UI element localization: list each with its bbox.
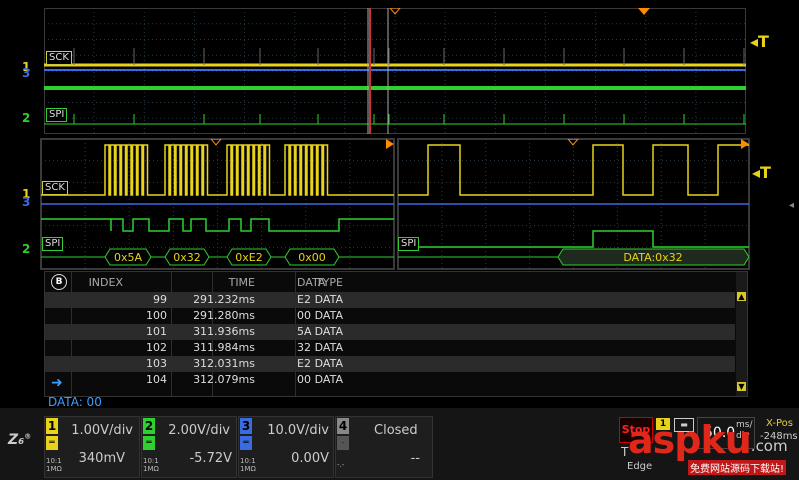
decode-value: 0xE2 <box>235 251 262 264</box>
overview-sck-label: SCK <box>46 51 72 65</box>
watermark-tld: .com <box>750 437 788 455</box>
decode-index: 104 <box>146 373 167 386</box>
trigger-side-icon <box>386 139 394 149</box>
zoom-sck-label: SCK <box>42 181 68 195</box>
zoom-right-spi-label: SPI <box>398 237 420 251</box>
watermark-subtitle: 免费网站源码下载站! <box>688 460 787 475</box>
trigger-marker-icon <box>638 8 650 15</box>
trigger-arrow-icon: ◂ <box>752 163 761 182</box>
current-row-arrow-icon: ➜ <box>51 375 63 391</box>
zoom-left-panel[interactable]: 0x5A 0x32 0xE2 0x00 <box>40 138 395 270</box>
decode-table-row[interactable]: 99 291.232ms DATA E2 <box>45 292 735 308</box>
zoom-left-waveform: 0x5A 0x32 0xE2 0x00 <box>41 139 394 269</box>
channel-3-number: 3 <box>240 418 252 434</box>
decode-data: E2 <box>297 293 311 306</box>
watermark: aspku.com <box>628 418 788 462</box>
decode-time: 311.936ms <box>193 325 255 338</box>
channel-1-coupling-icon: ═ <box>46 436 58 450</box>
right-edge-handle-icon[interactable]: ◂ <box>789 200 794 211</box>
decode-data: 00 <box>297 373 311 386</box>
channel-4-state: Closed <box>374 423 418 438</box>
zoom-cursor <box>369 8 371 134</box>
channel-3-offset: 0.00V <box>291 451 329 466</box>
overview-ch2-marker[interactable]: 2 <box>22 111 30 125</box>
decode-time: 311.984ms <box>193 341 255 354</box>
channel-4-probe: -.- <box>337 461 345 469</box>
scroll-down-icon[interactable]: ▼ <box>737 382 746 391</box>
trigger-arrow-icon: ◂ <box>750 32 759 51</box>
channel-2-vdiv: 2.00V/div <box>168 423 230 438</box>
overview-spi-label: SPI <box>46 108 68 122</box>
channel-1-vdiv: 1.00V/div <box>71 423 133 438</box>
channel-1-offset: 340mV <box>78 451 125 466</box>
brand-logo-icon: Z₆® <box>8 432 32 448</box>
decode-index: 103 <box>146 357 167 370</box>
channel-2-offset: -5.72V <box>189 451 232 466</box>
channel-1-number: 1 <box>46 418 58 434</box>
channel-3-probe: 10:1 1MΩ <box>240 457 256 473</box>
decode-value: 0x00 <box>298 251 326 264</box>
channel-3-box[interactable]: 3 ═ 10:1 1MΩ 10.0V/div 0.00V <box>238 416 334 478</box>
zoom-ch3-marker[interactable]: 3 <box>22 195 30 209</box>
channel-4-offset: -- <box>410 451 420 466</box>
decode-data: 00 <box>297 309 311 322</box>
channel-1-probe: 10:1 1MΩ <box>46 457 62 473</box>
channel-2-coupling-icon: ═ <box>143 436 155 450</box>
channel-3-vdiv: 10.0V/div <box>267 423 329 438</box>
decode-data: 32 <box>297 341 311 354</box>
zoom-right-waveform: DATA:0x32 <box>398 139 749 269</box>
decode-scrollbar[interactable]: ▲ ▼ <box>736 272 747 396</box>
decode-index: 99 <box>153 293 167 306</box>
channel-4-number: 4 <box>337 418 349 434</box>
decode-data: 5A <box>297 325 312 338</box>
overview-waveform-panel[interactable] <box>44 8 746 134</box>
decode-status-text: DATA: 00 <box>48 395 102 409</box>
decode-value: 0x32 <box>173 251 201 264</box>
decode-value: 0x5A <box>114 251 143 264</box>
decode-value: DATA:0x32 <box>623 251 682 264</box>
zoom-ch2-marker[interactable]: 2 <box>22 242 30 256</box>
zoom-trigger-level-marker[interactable]: ◂T <box>752 163 771 182</box>
overview-ch3-marker[interactable]: 3 <box>22 66 30 80</box>
trigger-type[interactable]: Edge <box>627 461 652 472</box>
spi-trace <box>41 218 394 232</box>
channel-4-coupling-icon: - <box>337 436 349 450</box>
scroll-up-icon[interactable]: ▲ <box>737 292 746 301</box>
decode-time: 291.232ms <box>193 293 255 306</box>
overview-trigger-level-marker[interactable]: ◂T <box>750 32 769 51</box>
decode-table-row[interactable]: 103 312.031ms DATA E2 <box>45 356 735 372</box>
decode-table-row[interactable]: 100 291.280ms DATA 00 <box>45 308 735 324</box>
zoom-spi-label: SPI <box>42 237 64 251</box>
decode-table-row[interactable]: 104 312.079ms DATA 00 <box>45 372 735 388</box>
header-index: INDEX <box>88 276 123 289</box>
decode-index: 102 <box>146 341 167 354</box>
decode-table-row[interactable]: 101 311.936ms DATA 5A <box>45 324 735 340</box>
header-data: DATA <box>297 276 326 289</box>
zoom-right-panel[interactable]: DATA:0x32 <box>397 138 750 270</box>
channel-2-probe: 10:1 1MΩ <box>143 457 159 473</box>
decode-table-row[interactable]: 102 311.984ms DATA 32 <box>45 340 735 356</box>
decode-time: 312.031ms <box>193 357 255 370</box>
channel-3-coupling-icon: ═ <box>240 436 252 450</box>
channel-4-box[interactable]: 4 - -.- Closed -- <box>335 416 433 478</box>
channel-1-box[interactable]: 1 ═ 10:1 1MΩ 1.00V/div 340mV <box>44 416 140 478</box>
decode-table[interactable]: B INDEX TIME TYPE DATA 99 291.232ms DATA E2… <box>44 271 748 397</box>
trigger-side-icon <box>741 139 749 149</box>
decode-time: 312.079ms <box>193 373 255 386</box>
decode-table-header: INDEX TIME TYPE DATA <box>45 275 735 291</box>
channel-2-number: 2 <box>143 418 155 434</box>
decode-index: 101 <box>146 325 167 338</box>
header-time: TIME <box>228 276 255 289</box>
decode-index: 100 <box>146 309 167 322</box>
overview-waveform <box>44 8 746 134</box>
decode-data: E2 <box>297 357 311 370</box>
watermark-brand: aspku <box>628 418 752 462</box>
decode-time: 291.280ms <box>193 309 255 322</box>
channel-2-box[interactable]: 2 ═ 10:1 1MΩ 2.00V/div -5.72V <box>141 416 237 478</box>
